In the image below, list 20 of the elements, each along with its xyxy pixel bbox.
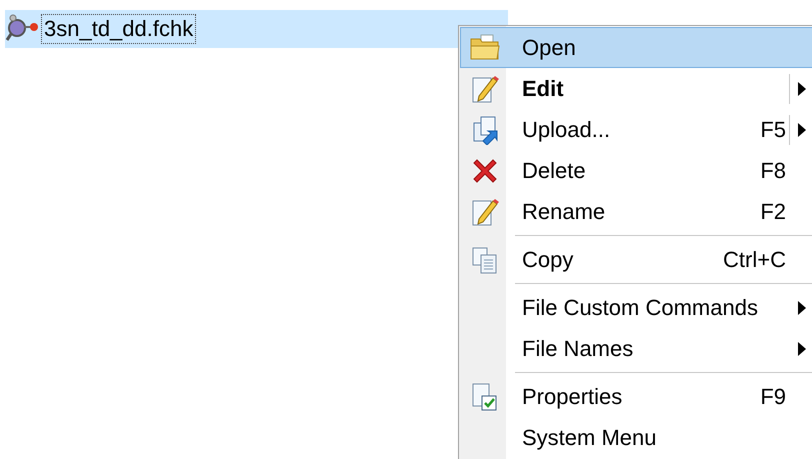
menu-item[interactable]: Properties F9 [460,376,812,417]
pencil-document-icon [470,74,498,104]
pencil-document-icon [470,196,498,226]
menu-item[interactable]: System Menu [460,417,812,458]
molecule-magnifier-icon [5,14,39,44]
menu-item[interactable]: Open [460,27,812,68]
close-icon [470,156,498,184]
menu-item[interactable]: Rename F2 [460,191,812,232]
menu-item[interactable]: File Names [460,328,812,369]
folder-icon [468,34,500,62]
menu-item[interactable]: Copy Ctrl+C [460,239,812,280]
copy-icon [470,246,498,274]
upload-icon [470,114,498,144]
file-name: 3sn_td_dd.fchk [41,14,196,44]
properties-icon [470,382,498,412]
menu-item[interactable]: Upload... F5 [460,109,812,150]
menu-item[interactable]: File Custom Commands [460,287,812,328]
menu-item[interactable]: Delete F8 [460,150,812,191]
menu-item[interactable]: Edit [460,68,812,109]
file-row[interactable]: 3sn_td_dd.fchk [5,10,508,48]
